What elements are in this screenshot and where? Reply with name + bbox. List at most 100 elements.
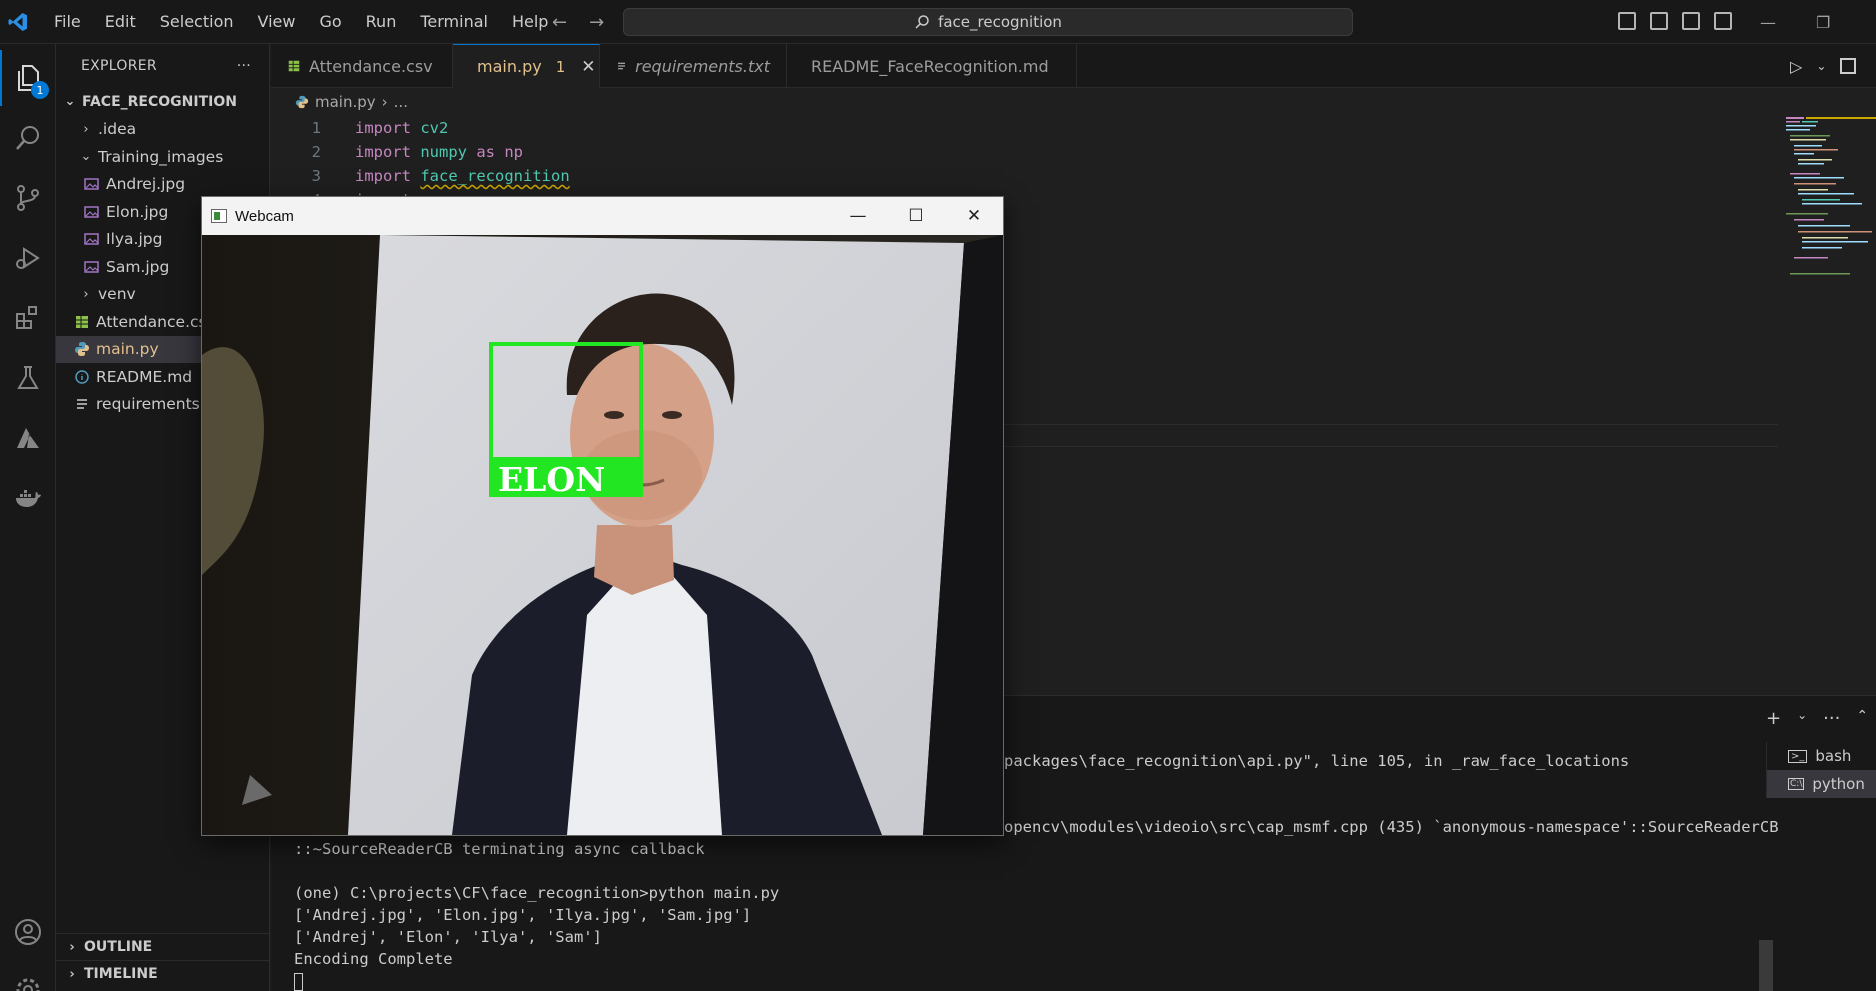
text-file-icon xyxy=(618,62,626,70)
keyword: import xyxy=(355,167,411,185)
azure-icon[interactable] xyxy=(0,410,56,466)
maximize-panel-icon[interactable]: ⌃ xyxy=(1856,708,1868,729)
command-center-search[interactable]: face_recognition xyxy=(623,8,1353,36)
command-center-text: face_recognition xyxy=(938,13,1062,31)
menu-edit[interactable]: Edit xyxy=(93,0,148,44)
image-file-icon xyxy=(84,178,99,190)
webcam-frame-image: ELON xyxy=(202,235,1003,835)
tree-item-label: venv xyxy=(98,285,136,304)
terminal-scrollbar[interactable] xyxy=(1759,940,1773,991)
search-icon xyxy=(915,15,929,29)
keyword: import xyxy=(355,119,411,137)
activity-bar: 1 xyxy=(0,44,56,991)
back-arrow-icon[interactable]: ← xyxy=(552,12,567,33)
extensions-icon[interactable] xyxy=(0,290,56,346)
minimize-icon[interactable]: — xyxy=(1760,13,1776,32)
menu-bar: File Edit Selection View Go Run Terminal… xyxy=(42,0,560,44)
tree-item-label: Ilya.jpg xyxy=(106,230,163,249)
title-bar: File Edit Selection View Go Run Terminal… xyxy=(0,0,1876,44)
terminal-line: ['Andrej.jpg', 'Elon.jpg', 'Ilya.jpg', '… xyxy=(294,906,752,924)
testing-icon[interactable] xyxy=(0,350,56,406)
module-name-warning: face_recognition xyxy=(420,167,570,185)
chevron-right-icon: › xyxy=(69,966,75,982)
menu-file[interactable]: File xyxy=(42,0,93,44)
terminal-instance-python[interactable]: C:\ python xyxy=(1767,770,1876,798)
editor-divider xyxy=(1000,424,1778,425)
timeline-section[interactable]: › TIMELINE xyxy=(56,960,269,987)
tab-label: requirements.txt xyxy=(635,56,770,76)
chevron-right-icon: › xyxy=(381,93,388,111)
terminal-cmd-icon: C:\ xyxy=(1788,778,1805,790)
explorer-title: EXPLORER xyxy=(81,58,157,74)
account-icon[interactable] xyxy=(0,904,56,960)
run-python-file-icon[interactable]: ▷ xyxy=(1790,57,1802,76)
toggle-panel-icon[interactable] xyxy=(1650,12,1668,30)
module-name: cv2 xyxy=(420,119,449,137)
chevron-right-icon: › xyxy=(83,121,89,137)
code-line: 1 import cv2 xyxy=(271,116,1771,140)
editor-divider xyxy=(1000,446,1778,447)
image-file-icon xyxy=(84,233,99,245)
tree-item-label: main.py xyxy=(96,340,159,359)
close-icon[interactable]: ✕ xyxy=(945,206,1003,226)
toggle-primary-sidebar-icon[interactable] xyxy=(1618,12,1636,30)
new-terminal-icon[interactable]: + xyxy=(1766,708,1781,729)
search-icon[interactable] xyxy=(0,110,56,166)
close-icon[interactable]: ✕ xyxy=(581,57,595,77)
root-folder-label: FACE_RECOGNITION xyxy=(82,93,237,110)
restore-icon[interactable]: ❐ xyxy=(1816,13,1830,32)
tab-main-py[interactable]: main.py 1 ✕ xyxy=(453,44,600,88)
forward-arrow-icon[interactable]: → xyxy=(589,12,604,33)
tree-item-idea[interactable]: › .idea xyxy=(56,116,269,144)
explorer-badge: 1 xyxy=(31,81,49,99)
run-debug-icon[interactable] xyxy=(0,230,56,286)
settings-gear-icon[interactable] xyxy=(0,962,56,991)
line-number: 3 xyxy=(311,167,321,185)
minimize-icon[interactable]: — xyxy=(829,206,887,226)
minimap[interactable] xyxy=(1786,113,1876,303)
outline-section[interactable]: › OUTLINE xyxy=(56,933,269,960)
problems-badge: 1 xyxy=(555,57,566,76)
webcam-window[interactable]: Webcam — ☐ ✕ ELON xyxy=(201,196,1004,836)
root-folder[interactable]: ⌄ FACE_RECOGNITION xyxy=(56,88,269,116)
menu-go[interactable]: Go xyxy=(307,0,353,44)
breadcrumb-symbol[interactable]: ... xyxy=(394,93,408,111)
chevron-down-icon[interactable]: ⌄ xyxy=(1797,708,1807,729)
tree-item-andrej[interactable]: Andrej.jpg xyxy=(56,171,269,199)
python-file-icon xyxy=(75,342,89,357)
breadcrumb: main.py › ... xyxy=(271,88,408,116)
breadcrumb-file[interactable]: main.py xyxy=(315,93,376,111)
source-control-icon[interactable] xyxy=(0,170,56,226)
toggle-secondary-sidebar-icon[interactable] xyxy=(1682,12,1700,30)
chevron-down-icon[interactable]: ⌄ xyxy=(1816,59,1826,73)
menu-run[interactable]: Run xyxy=(354,0,409,44)
explorer-icon[interactable]: 1 xyxy=(0,50,56,106)
terminal-cursor xyxy=(294,972,303,991)
code-line: 3 import face_recognition xyxy=(271,164,1771,188)
tree-item-label: Elon.jpg xyxy=(106,202,169,221)
tab-readme-facerecognition[interactable]: README_FaceRecognition.md xyxy=(787,44,1077,88)
window-app-icon xyxy=(211,209,227,223)
more-actions-icon[interactable]: ··· xyxy=(237,58,251,74)
detected-name-label: ELON xyxy=(498,460,605,499)
more-actions-icon[interactable]: ··· xyxy=(1823,708,1840,729)
menu-terminal[interactable]: Terminal xyxy=(408,0,500,44)
tree-item-label: Training_images xyxy=(98,147,224,166)
terminal-line: ['Andrej', 'Elon', 'Ilya', 'Sam'] xyxy=(294,928,602,946)
terminal-line: ::~SourceReaderCB terminating async call… xyxy=(294,840,705,858)
menu-view[interactable]: View xyxy=(246,0,308,44)
split-editor-icon[interactable] xyxy=(1840,58,1857,74)
tree-item-training-images[interactable]: ⌄ Training_images xyxy=(56,143,269,171)
maximize-icon[interactable]: ☐ xyxy=(887,206,945,226)
docker-icon[interactable] xyxy=(0,470,56,526)
tree-item-label: Andrej.jpg xyxy=(106,175,186,194)
tab-requirements[interactable]: requirements.txt xyxy=(600,44,787,88)
tab-attendance-csv[interactable]: Attendance.csv xyxy=(271,44,453,88)
menu-selection[interactable]: Selection xyxy=(148,0,246,44)
customize-layout-icon[interactable] xyxy=(1714,12,1732,30)
csv-file-icon xyxy=(288,60,300,72)
text-file-icon xyxy=(77,399,87,409)
chevron-right-icon: › xyxy=(69,939,75,955)
tree-item-label: Attendance.csv xyxy=(96,312,216,331)
terminal-instance-bash[interactable]: >_ bash xyxy=(1767,742,1876,770)
